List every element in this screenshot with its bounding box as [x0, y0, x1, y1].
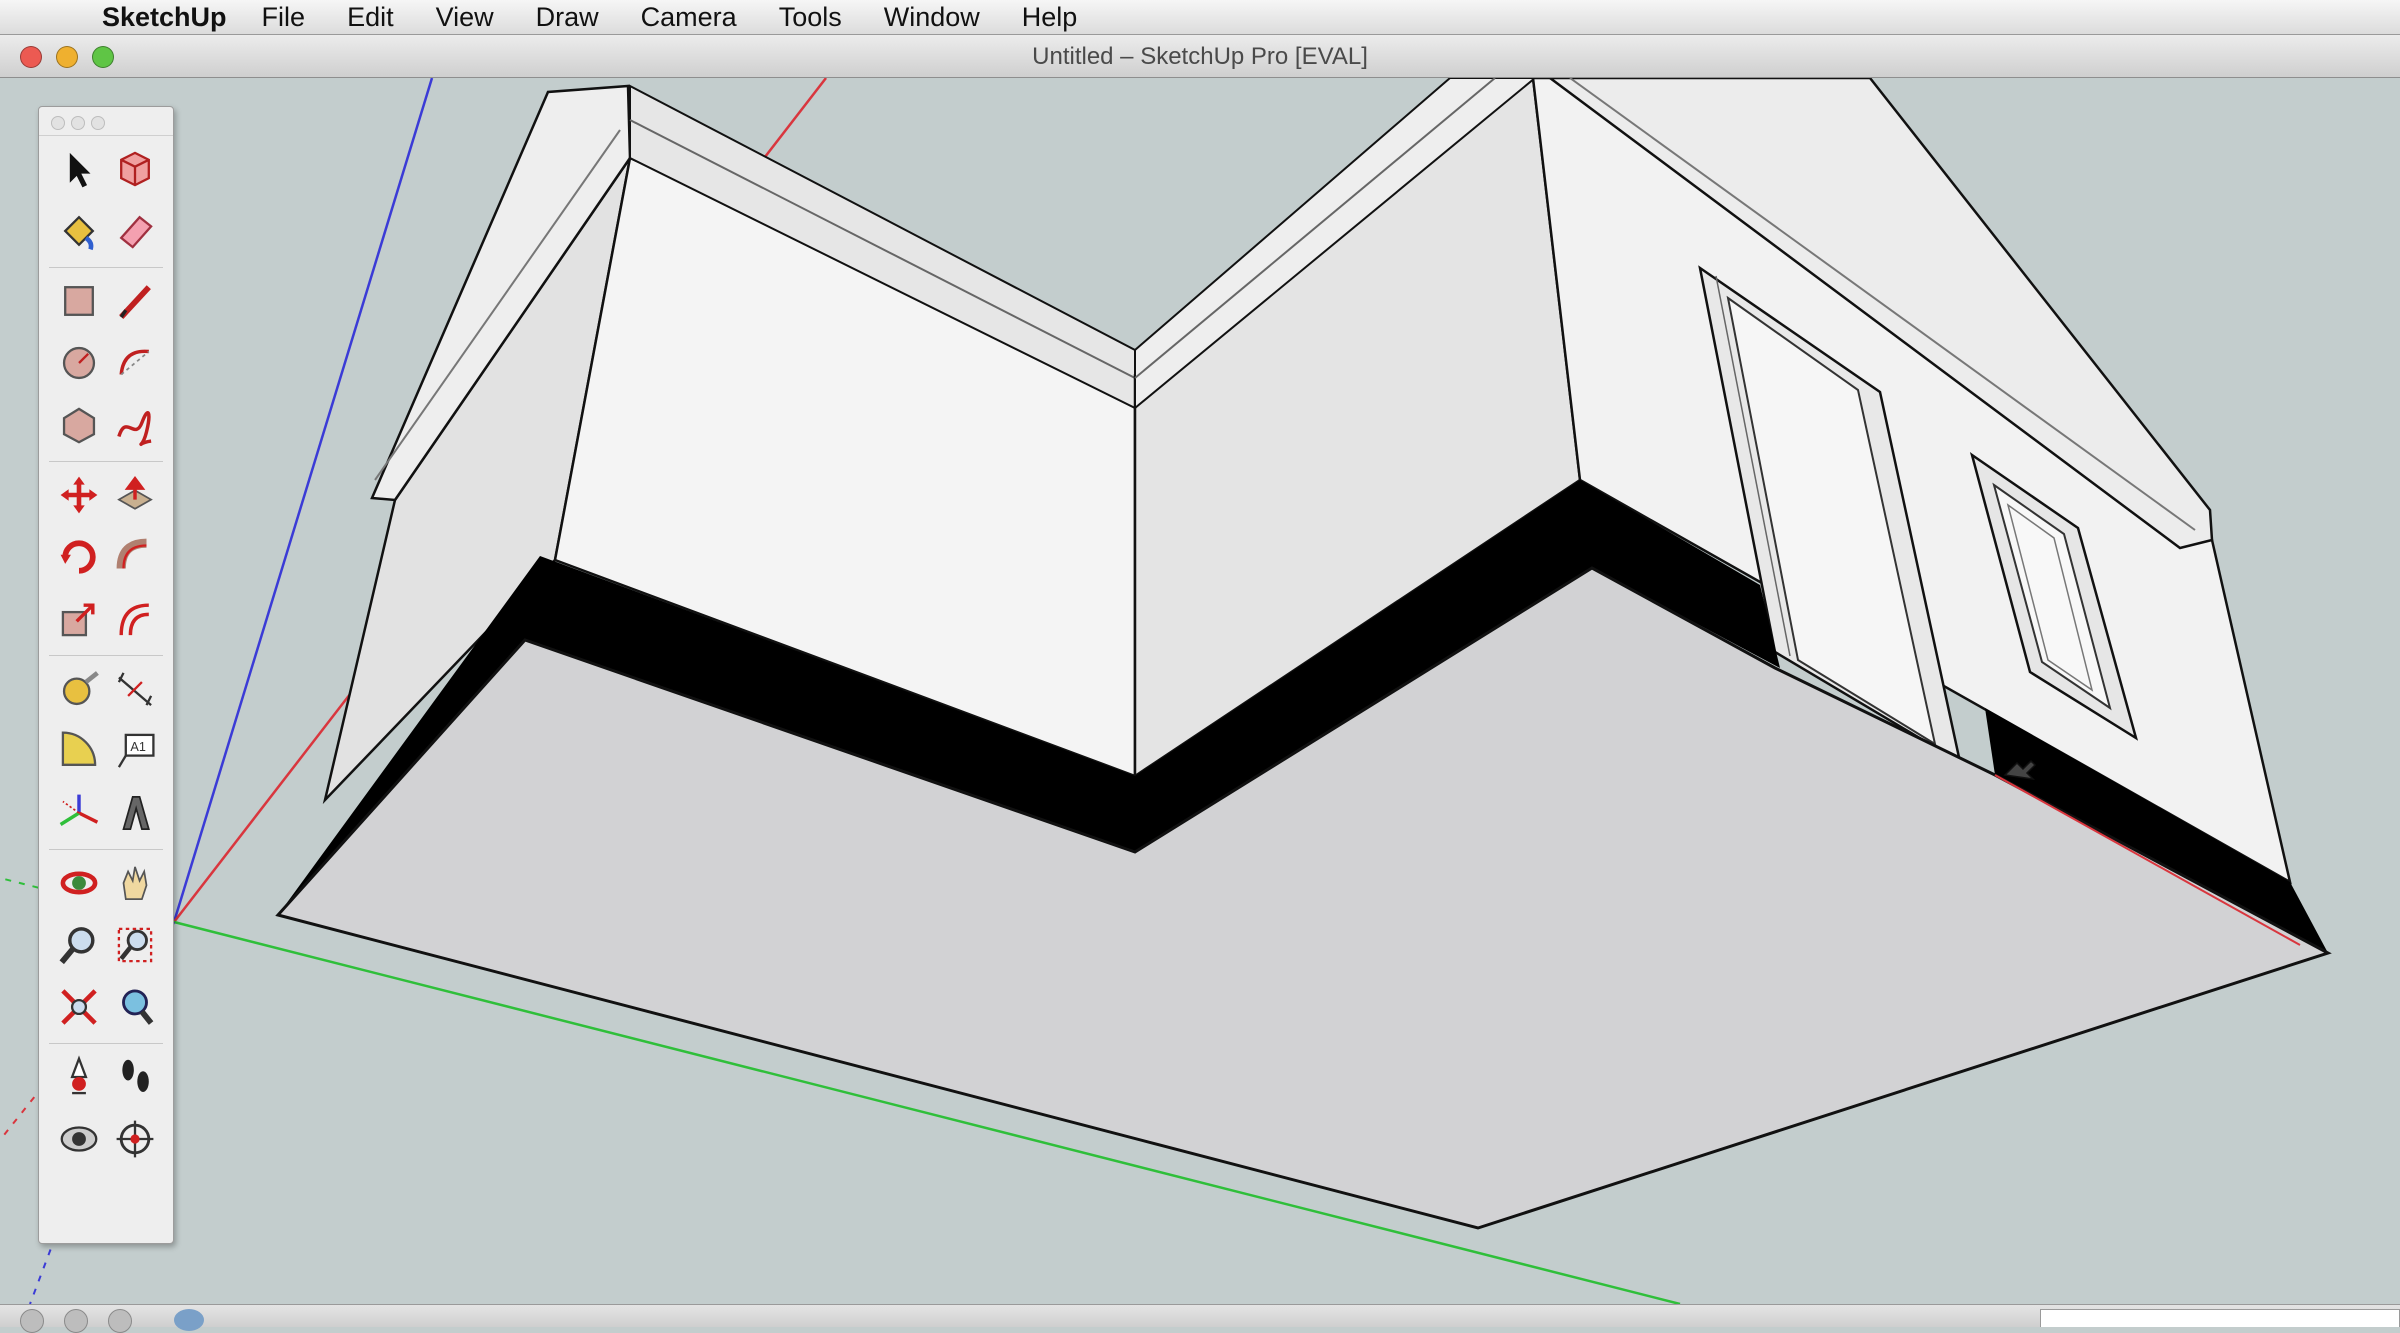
offset-button[interactable] [107, 591, 163, 647]
menu-camera[interactable]: Camera [641, 2, 737, 33]
previous-view-icon [122, 989, 154, 1025]
menu-edit[interactable]: Edit [347, 2, 394, 33]
arc-button[interactable] [107, 335, 163, 391]
look-around-button[interactable] [51, 1111, 107, 1167]
move-button[interactable] [51, 467, 107, 523]
paint-bucket-icon [63, 215, 95, 251]
select-tool-icon [69, 152, 91, 188]
previous-view-button[interactable] [107, 979, 163, 1035]
3d-text-icon [122, 796, 150, 830]
svg-text:A1: A1 [130, 740, 145, 754]
menu-view[interactable]: View [436, 2, 494, 33]
menu-help[interactable]: Help [1022, 2, 1078, 33]
walk-icon [122, 1059, 149, 1092]
menu-bar: SketchUp File Edit View Draw Camera Tool… [0, 0, 2400, 35]
orbit-icon [60, 871, 98, 895]
tape-measure-icon [62, 671, 99, 706]
geo-location-icon[interactable] [20, 1309, 44, 1333]
section-plane-button[interactable] [107, 1111, 163, 1167]
offset-icon [119, 603, 149, 636]
axes-icon [59, 794, 99, 826]
menu-window[interactable]: Window [884, 2, 980, 33]
tape-measure-button[interactable] [51, 661, 107, 717]
app-menu[interactable]: SketchUp [102, 2, 227, 33]
eraser-button[interactable] [107, 203, 163, 259]
zoom-window-icon [117, 927, 153, 963]
paint-bucket-button[interactable] [51, 203, 107, 259]
polygon-icon [62, 407, 96, 444]
pan-icon [122, 866, 148, 900]
rectangle-button[interactable] [51, 273, 107, 329]
rectangle-icon [64, 286, 94, 316]
menu-file[interactable]: File [262, 2, 306, 33]
instructor-icon[interactable] [174, 1309, 204, 1331]
orbit-button[interactable] [51, 855, 107, 911]
make-component-button[interactable] [107, 141, 163, 197]
axes-button[interactable] [51, 785, 107, 841]
zoom-window-button[interactable] [107, 917, 163, 973]
push-pull-button[interactable] [107, 467, 163, 523]
polygon-button[interactable] [51, 397, 107, 453]
menu-draw[interactable]: Draw [536, 2, 599, 33]
freehand-icon [117, 410, 152, 446]
follow-me-button[interactable] [107, 529, 163, 585]
make-component-icon [120, 151, 150, 187]
palette-header [39, 107, 173, 136]
select-tool-button[interactable] [51, 141, 107, 197]
measurements-input[interactable] [2040, 1309, 2400, 1327]
look-around-icon [60, 1126, 98, 1152]
menu-tools[interactable]: Tools [779, 2, 842, 33]
push-pull-icon [117, 476, 153, 510]
tool-palette: A1 [38, 106, 174, 1244]
window-title-bar: Untitled – SketchUp Pro [EVAL] [0, 35, 2400, 78]
credits-icon[interactable] [64, 1309, 88, 1333]
section-plane-icon [116, 1120, 154, 1158]
scale-icon [61, 603, 95, 637]
line-button[interactable] [107, 273, 163, 329]
zoom-extents-button[interactable] [51, 979, 107, 1035]
rotate-button[interactable] [51, 529, 107, 585]
pan-button[interactable] [107, 855, 163, 911]
dimension-button[interactable] [107, 661, 163, 717]
zoom-button[interactable] [51, 917, 107, 973]
eraser-icon [119, 215, 153, 249]
dimension-icon [117, 672, 153, 706]
drawing-area[interactable] [0, 78, 2400, 1304]
zoom-icon [59, 927, 95, 965]
follow-me-icon [116, 538, 147, 569]
arc-icon [119, 349, 150, 376]
model-canvas[interactable] [0, 78, 2400, 1304]
text-button[interactable]: A1 [107, 723, 163, 779]
walk-button[interactable] [107, 1049, 163, 1105]
line-icon [119, 285, 151, 320]
position-camera-icon [70, 1055, 88, 1095]
window-title: Untitled – SketchUp Pro [EVAL] [1032, 43, 1368, 70]
protractor-button[interactable] [51, 723, 107, 779]
rotate-icon [60, 540, 96, 574]
freehand-button[interactable] [107, 397, 163, 453]
circle-button[interactable] [51, 335, 107, 391]
user-icon[interactable] [108, 1309, 132, 1333]
circle-icon [62, 346, 96, 380]
position-camera-button[interactable] [51, 1049, 107, 1105]
zoom-extents-icon [61, 989, 97, 1025]
scale-button[interactable] [51, 591, 107, 647]
3d-text-button[interactable] [107, 785, 163, 841]
move-icon [60, 476, 98, 514]
protractor-icon [61, 731, 97, 766]
text-icon: A1 [117, 733, 155, 768]
